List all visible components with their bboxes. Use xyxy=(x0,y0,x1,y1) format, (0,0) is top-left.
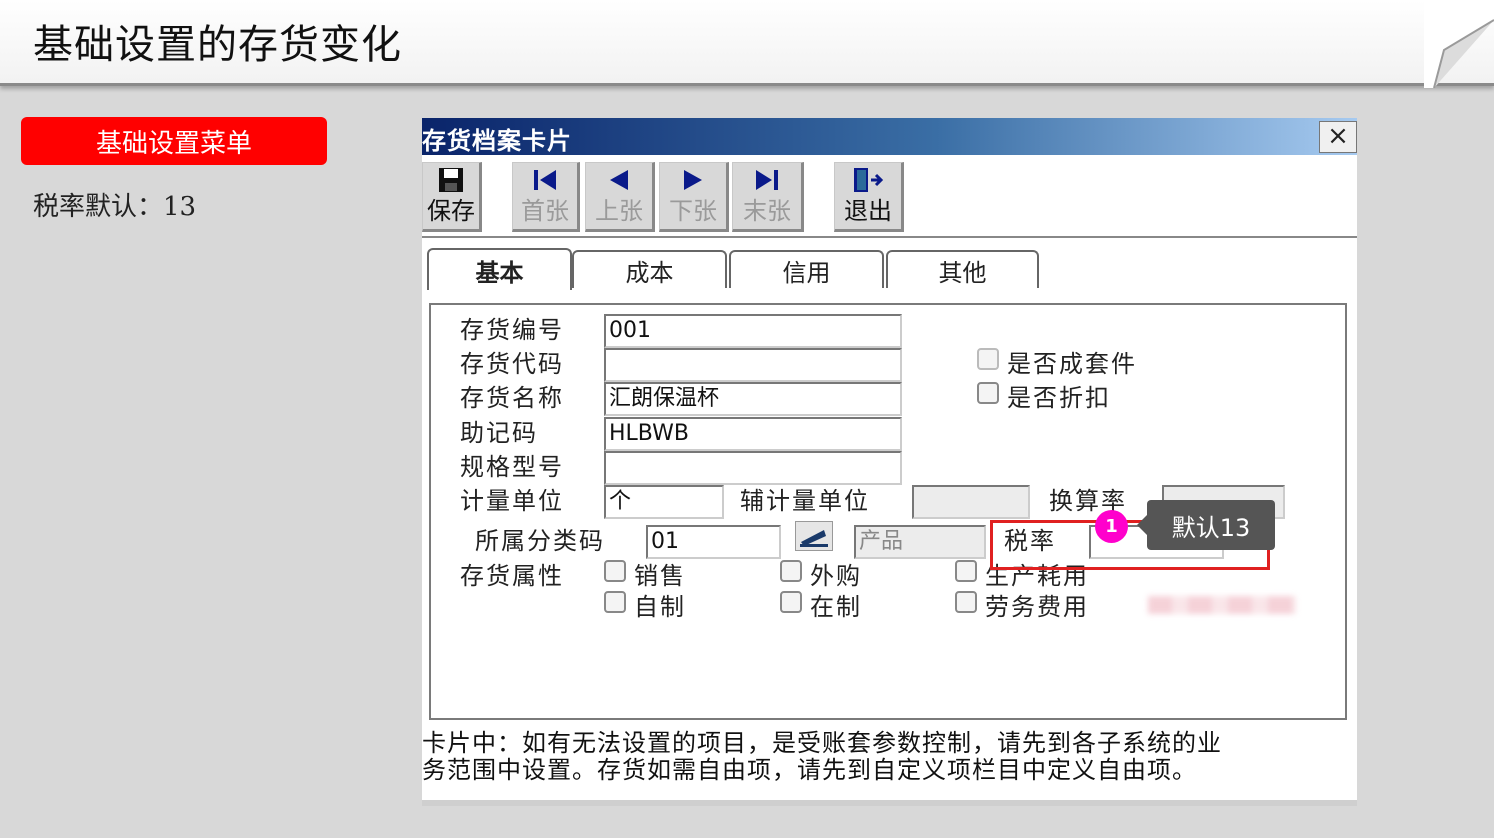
spec-input[interactable] xyxy=(604,451,902,485)
aux-unit-label: 辅计量单位 xyxy=(740,487,870,515)
slide-header: 基础设置的存货变化 xyxy=(0,0,1494,88)
step-marker: 1 xyxy=(1095,510,1128,543)
tab-basic[interactable]: 基本 xyxy=(427,248,572,290)
save-label: 保存 xyxy=(427,197,475,225)
dialog-footnote: 卡片中：如有无法设置的项目，是受账套参数控制，请先到各子系统的业 务范围中设置。… xyxy=(422,730,1352,784)
category-input[interactable]: 01 xyxy=(646,525,781,559)
dialog-bottom-edge xyxy=(422,800,1357,806)
category-lookup-button[interactable] xyxy=(795,521,833,551)
kit-checkbox[interactable] xyxy=(977,348,999,370)
mnemonic-label: 助记码 xyxy=(460,419,538,447)
alias-label: 存货代码 xyxy=(460,350,564,378)
unit-label: 计量单位 xyxy=(460,487,564,515)
exit-button[interactable]: 退出 xyxy=(834,162,904,232)
next-record-button[interactable]: 下张 xyxy=(659,162,729,232)
category-name-display: 产品 xyxy=(854,525,986,559)
purchase-label: 外购 xyxy=(810,562,862,590)
dialog-title: 存货档案卡片 xyxy=(422,127,572,155)
in-process-label: 在制 xyxy=(810,593,862,621)
slide-title: 基础设置的存货变化 xyxy=(33,22,402,68)
aux-unit-input[interactable] xyxy=(912,485,1030,519)
last-record-button[interactable]: 末张 xyxy=(732,162,804,232)
first-record-label: 首张 xyxy=(521,197,569,225)
arrow-left-icon xyxy=(608,165,630,195)
name-label: 存货名称 xyxy=(460,384,564,412)
close-button[interactable]: × xyxy=(1319,121,1357,153)
discount-checkbox[interactable] xyxy=(977,382,999,404)
exit-door-icon xyxy=(851,165,885,195)
category-label: 所属分类码 xyxy=(475,527,605,555)
arrow-right-icon xyxy=(682,165,704,195)
last-record-label: 末张 xyxy=(743,197,791,225)
sales-label: 销售 xyxy=(634,562,686,590)
in-process-checkbox[interactable] xyxy=(780,591,802,613)
tab-credit[interactable]: 信用 xyxy=(729,250,884,288)
footnote-line-2: 务范围中设置。存货如需自由项，请先到自定义项栏目中定义自由项。 xyxy=(422,756,1197,784)
lookup-icon xyxy=(800,530,828,547)
tab-cost[interactable]: 成本 xyxy=(572,250,727,288)
tab-bar: 基本 成本 信用 其他 xyxy=(422,248,1357,290)
next-record-label: 下张 xyxy=(669,197,717,225)
skip-first-icon xyxy=(532,165,558,195)
tax-default-note: 税率默认：13 xyxy=(33,192,197,222)
unit-input[interactable]: 个 xyxy=(604,485,724,519)
code-label: 存货编号 xyxy=(460,316,564,344)
spec-label: 规格型号 xyxy=(460,453,564,481)
service-label: 劳务费用 xyxy=(985,593,1089,621)
self-made-label: 自制 xyxy=(634,593,686,621)
sales-checkbox[interactable] xyxy=(604,560,626,582)
kit-label: 是否成套件 xyxy=(1007,350,1137,378)
prev-record-button[interactable]: 上张 xyxy=(585,162,655,232)
skip-last-icon xyxy=(754,165,780,195)
mnemonic-input[interactable]: HLBWB xyxy=(604,417,902,451)
production-checkbox[interactable] xyxy=(955,560,977,582)
self-made-checkbox[interactable] xyxy=(604,591,626,613)
first-record-button[interactable]: 首张 xyxy=(512,162,580,232)
page-curl-decoration xyxy=(1424,0,1494,88)
default-tooltip: 默认13 xyxy=(1137,500,1275,550)
footnote-line-1: 卡片中：如有无法设置的项目，是受账套参数控制，请先到各子系统的业 xyxy=(422,729,1222,757)
menu-badge: 基础设置菜单 xyxy=(21,117,327,165)
exit-label: 退出 xyxy=(844,197,892,225)
save-button[interactable]: 保存 xyxy=(422,162,482,232)
dialog-titlebar[interactable]: 存货档案卡片 × xyxy=(422,118,1357,155)
tab-other[interactable]: 其他 xyxy=(886,250,1039,288)
service-checkbox[interactable] xyxy=(955,591,977,613)
attributes-label: 存货属性 xyxy=(460,562,564,590)
discount-label: 是否折扣 xyxy=(1007,384,1111,412)
save-icon xyxy=(438,165,464,195)
name-input[interactable]: 汇朗保温杯 xyxy=(604,382,902,416)
blurred-region xyxy=(1148,596,1296,614)
inventory-card-dialog: 存货档案卡片 × 保存 首张 上张 下张 末张 退出 基本 成本 信用 其他 存… xyxy=(422,118,1357,806)
prev-record-label: 上张 xyxy=(595,197,643,225)
alias-input[interactable] xyxy=(604,348,902,382)
toolbar: 保存 首张 上张 下张 末张 退出 xyxy=(422,158,1357,238)
code-input[interactable]: 001 xyxy=(604,314,902,348)
purchase-checkbox[interactable] xyxy=(780,560,802,582)
